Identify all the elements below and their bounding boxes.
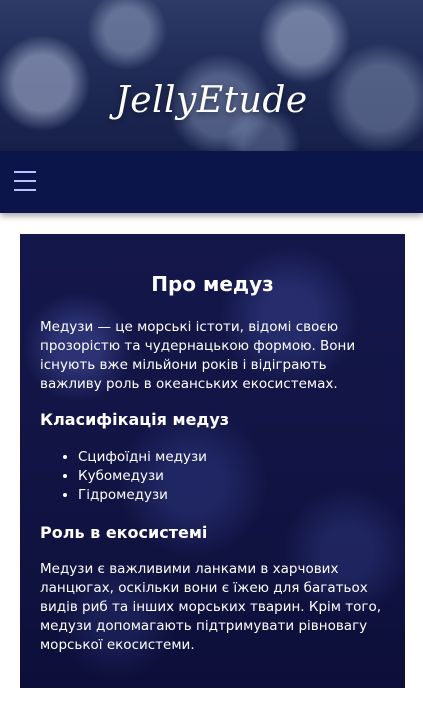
site-title: JellyEtude (115, 80, 308, 121)
menu-icon-bar (14, 180, 36, 182)
list-item: Гідромедузи (78, 486, 207, 505)
classification-heading: Класифікація медуз (40, 410, 230, 429)
classification-list: Сцифоїдні медузи Кубомедузи Гідромедузи (60, 448, 207, 505)
menu-icon-bar (14, 171, 36, 173)
intro-paragraph: Медузи — це морські істоти, відомі своєю… (40, 319, 356, 392)
ecosystem-paragraph: Медузи є важливими ланками в харчових ла… (40, 561, 382, 653)
list-item: Сцифоїдні медузи (78, 448, 207, 467)
list-item: Кубомедузи (78, 467, 207, 486)
ecosystem-heading: Роль в екосистемі (40, 523, 208, 542)
content-card: Про медуз Медузи — це морські істоти, ві… (20, 234, 405, 688)
hero-banner: JellyEtude (0, 0, 423, 151)
hamburger-menu-icon[interactable] (14, 169, 36, 195)
menu-icon-bar (14, 189, 36, 191)
article-title: Про медуз (151, 272, 274, 296)
navbar (0, 151, 423, 213)
